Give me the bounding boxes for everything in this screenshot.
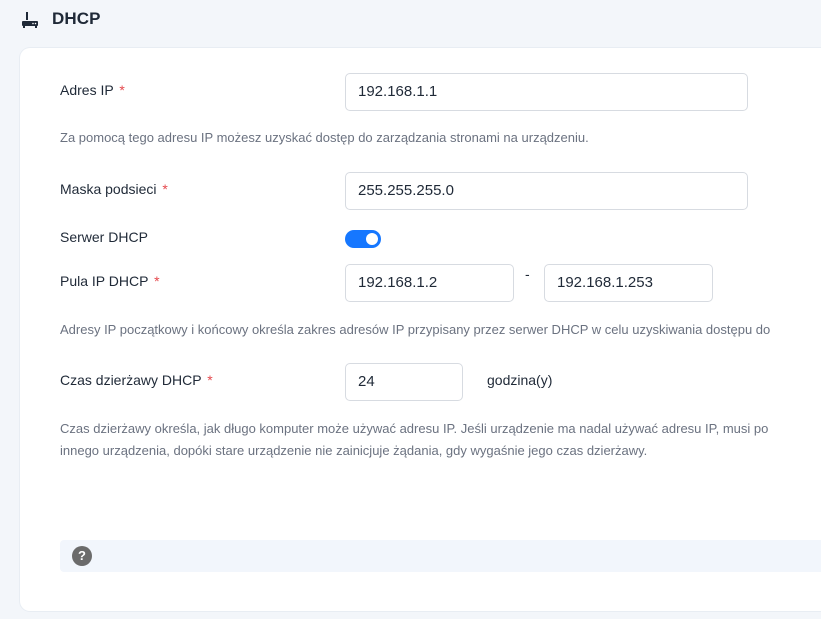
lease-time-help-line2: innego urządzenia, dopóki stare urządzen… — [60, 443, 648, 458]
page-title: DHCP — [52, 9, 101, 28]
lease-time-help-line1: Czas dzierżawy określa, jak długo komput… — [60, 421, 769, 436]
router-icon — [22, 12, 38, 28]
subnet-mask-input[interactable]: 255.255.255.0 — [345, 172, 748, 210]
required-mark: * — [207, 372, 213, 388]
ip-address-label: Adres IP * — [60, 82, 125, 98]
lease-time-label: Czas dzierżawy DHCP * — [60, 372, 213, 388]
toggle-knob — [366, 233, 378, 245]
ip-pool-end-input[interactable]: 192.168.1.253 — [544, 264, 713, 302]
ip-pool-separator: - — [525, 266, 530, 282]
lease-time-input[interactable]: 24 — [345, 363, 463, 401]
help-tip-bar: ? — [60, 540, 821, 572]
dhcp-server-label: Serwer DHCP — [60, 229, 148, 245]
ip-pool-start-input[interactable]: 192.168.1.2 — [345, 264, 514, 302]
dhcp-server-toggle[interactable] — [345, 230, 381, 248]
required-mark: * — [154, 273, 160, 289]
lease-time-unit: godzina(y) — [487, 372, 553, 388]
lease-time-label-text: Czas dzierżawy DHCP — [60, 372, 202, 388]
ip-pool-label-text: Pula IP DHCP — [60, 273, 149, 289]
required-mark: * — [119, 82, 125, 98]
required-mark: * — [162, 181, 168, 197]
question-icon[interactable]: ? — [72, 546, 92, 566]
page-header: DHCP — [0, 0, 821, 44]
subnet-mask-label: Maska podsieci * — [60, 181, 168, 197]
ip-pool-label: Pula IP DHCP * — [60, 273, 160, 289]
ip-pool-help: Adresy IP początkowy i końcowy określa z… — [60, 322, 771, 337]
ip-address-label-text: Adres IP — [60, 82, 114, 98]
ip-address-input[interactable]: 192.168.1.1 — [345, 73, 748, 111]
subnet-mask-label-text: Maska podsieci — [60, 181, 157, 197]
ip-address-help: Za pomocą tego adresu IP możesz uzyskać … — [60, 130, 589, 145]
